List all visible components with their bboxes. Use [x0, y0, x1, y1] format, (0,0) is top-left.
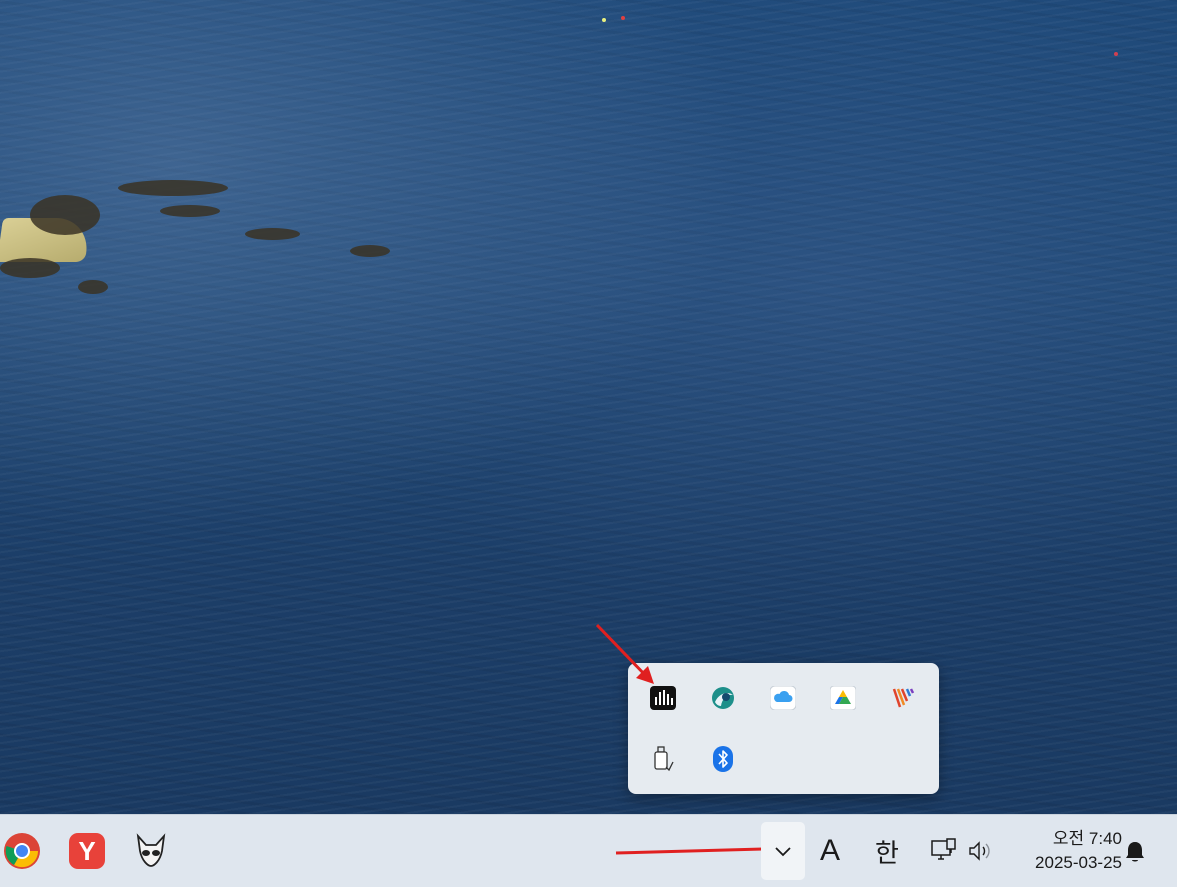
chevron-down-icon: [775, 847, 791, 857]
show-hidden-icons-button[interactable]: [761, 822, 805, 880]
clock-date: 2025-03-25: [1035, 853, 1122, 872]
volume-icon[interactable]: [967, 839, 995, 868]
wallpaper-seaweed: [160, 205, 220, 217]
tray-overflow-popup: [628, 663, 939, 794]
notification-bell-icon[interactable]: [1123, 839, 1147, 870]
taskbar-clock[interactable]: 오전 7:40 2025-03-25: [1010, 827, 1122, 875]
desktop-wallpaper: [0, 0, 1177, 814]
usb-drive-icon[interactable]: [643, 739, 683, 779]
wallpaper-seaweed: [350, 245, 390, 257]
wallpaper-seaweed: [30, 195, 100, 235]
yandex-glyph: Y: [78, 835, 96, 866]
network-icon[interactable]: [930, 837, 958, 870]
yandex-browser-icon[interactable]: Y: [65, 829, 109, 873]
bluetooth-icon[interactable]: [703, 739, 743, 779]
wallpaper-seaweed: [245, 228, 300, 240]
wallpaper-seaweed: [78, 280, 108, 294]
ime-mode-indicator[interactable]: 한: [872, 831, 902, 871]
wallpaper-buoy: [602, 18, 606, 22]
wallpaper-buoy: [1114, 52, 1118, 56]
colorful-stripes-app-icon[interactable]: [883, 678, 923, 718]
input-language-indicator[interactable]: A: [816, 831, 844, 871]
icloud-icon[interactable]: [763, 678, 803, 718]
annotation-arrow-overflow: [615, 842, 780, 856]
wallpaper-buoy: [621, 16, 625, 20]
clock-time: 오전 7:40: [1052, 829, 1122, 848]
browser-swirl-icon[interactable]: [703, 678, 743, 718]
audio-visualizer-icon[interactable]: [643, 678, 683, 718]
alien-app-icon[interactable]: [129, 829, 173, 873]
wallpaper-seaweed: [118, 180, 228, 196]
wallpaper-seaweed: [0, 258, 60, 278]
google-drive-icon[interactable]: [823, 678, 863, 718]
chrome-icon[interactable]: [0, 829, 44, 873]
taskbar: Y A 한 오전 7:40 2025-03-25: [0, 814, 1177, 887]
